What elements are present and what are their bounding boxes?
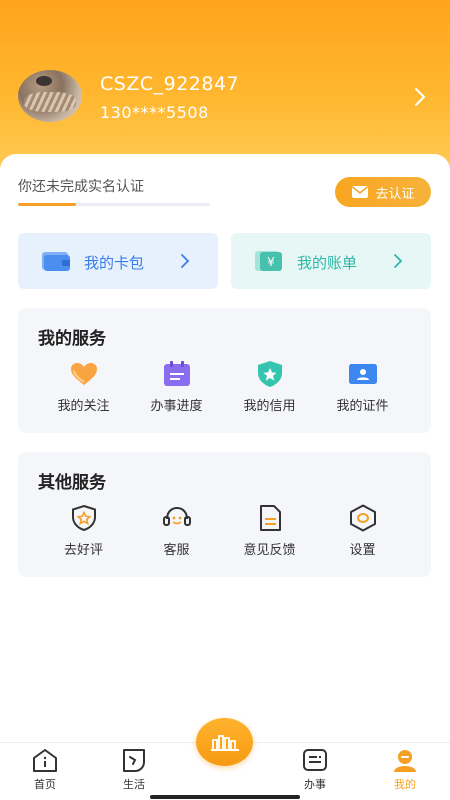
other-services-section: 其他服务 去好评 客服 意见反馈 设置 bbox=[18, 452, 431, 577]
affairs-icon bbox=[303, 749, 327, 771]
service-item-settings[interactable]: 设置 bbox=[316, 504, 409, 558]
service-item-certificates[interactable]: 我的证件 bbox=[316, 360, 409, 414]
center-action-button[interactable] bbox=[196, 718, 253, 766]
headset-icon bbox=[162, 506, 191, 526]
envelope-icon bbox=[352, 186, 369, 198]
service-item-progress[interactable]: 办事进度 bbox=[130, 360, 223, 414]
city-skyline-icon bbox=[210, 735, 239, 751]
service-item-feedback[interactable]: 意见反馈 bbox=[223, 504, 316, 558]
service-item-follow[interactable]: 我的关注 bbox=[37, 360, 130, 414]
section-title: 我的服务 bbox=[38, 329, 106, 349]
calendar-progress-icon bbox=[163, 361, 190, 386]
shield-star-outline-icon bbox=[71, 504, 96, 532]
avatar[interactable] bbox=[18, 70, 82, 122]
verification-progress-bar bbox=[18, 203, 210, 206]
service-item-support[interactable]: 客服 bbox=[130, 504, 223, 558]
service-item-label: 我的信用 bbox=[243, 399, 296, 414]
tab-life[interactable]: 生活 bbox=[104, 747, 164, 792]
life-icon bbox=[123, 749, 145, 772]
tab-label: 办事 bbox=[304, 778, 326, 791]
wallet-icon bbox=[42, 252, 70, 271]
chevron-right-icon bbox=[181, 254, 190, 268]
hexagon-settings-icon bbox=[349, 504, 376, 532]
heart-icon bbox=[70, 363, 97, 385]
service-item-label: 设置 bbox=[349, 543, 376, 558]
verify-button[interactable]: 去认证 bbox=[335, 177, 431, 207]
shield-star-icon bbox=[257, 361, 282, 387]
username: CSZC_922847 bbox=[100, 73, 240, 95]
verification-prompt: 你还未完成实名认证 bbox=[18, 179, 144, 195]
service-item-rate[interactable]: 去好评 bbox=[37, 504, 130, 558]
verify-button-label: 去认证 bbox=[375, 186, 415, 202]
phone-number: 130****5508 bbox=[100, 103, 209, 122]
tab-home[interactable]: 首页 bbox=[15, 747, 75, 792]
wallet-card[interactable]: 我的卡包 bbox=[18, 233, 218, 289]
chevron-right-icon bbox=[394, 254, 403, 268]
tab-affairs[interactable]: 办事 bbox=[285, 747, 345, 792]
bill-card[interactable]: ¥ 我的账单 bbox=[231, 233, 431, 289]
service-item-label: 去好评 bbox=[63, 543, 103, 558]
document-icon bbox=[259, 505, 281, 531]
service-item-label: 意见反馈 bbox=[243, 543, 296, 558]
my-services-section: 我的服务 我的关注 办事进度 我的信用 我的证件 bbox=[18, 308, 431, 433]
service-item-credit[interactable]: 我的信用 bbox=[223, 360, 316, 414]
tab-label: 首页 bbox=[34, 778, 56, 791]
service-item-label: 办事进度 bbox=[150, 399, 203, 414]
yuan-bill-icon: ¥ bbox=[255, 251, 282, 271]
id-card-icon bbox=[348, 364, 377, 384]
service-item-label: 我的证件 bbox=[336, 399, 389, 414]
home-indicator bbox=[150, 795, 300, 799]
chevron-right-icon[interactable] bbox=[414, 86, 426, 108]
wallet-card-label: 我的卡包 bbox=[84, 254, 145, 272]
home-icon bbox=[33, 749, 57, 772]
svg-text:¥: ¥ bbox=[267, 255, 275, 269]
service-item-label: 我的关注 bbox=[57, 399, 110, 414]
tab-profile[interactable]: 我的 bbox=[375, 747, 435, 792]
tab-label: 我的 bbox=[394, 778, 416, 791]
profile-icon bbox=[394, 750, 416, 772]
service-item-label: 客服 bbox=[163, 543, 190, 558]
section-title: 其他服务 bbox=[38, 473, 106, 493]
tab-label: 生活 bbox=[123, 778, 145, 791]
verification-progress-fill bbox=[18, 203, 76, 206]
bill-card-label: 我的账单 bbox=[297, 254, 358, 272]
